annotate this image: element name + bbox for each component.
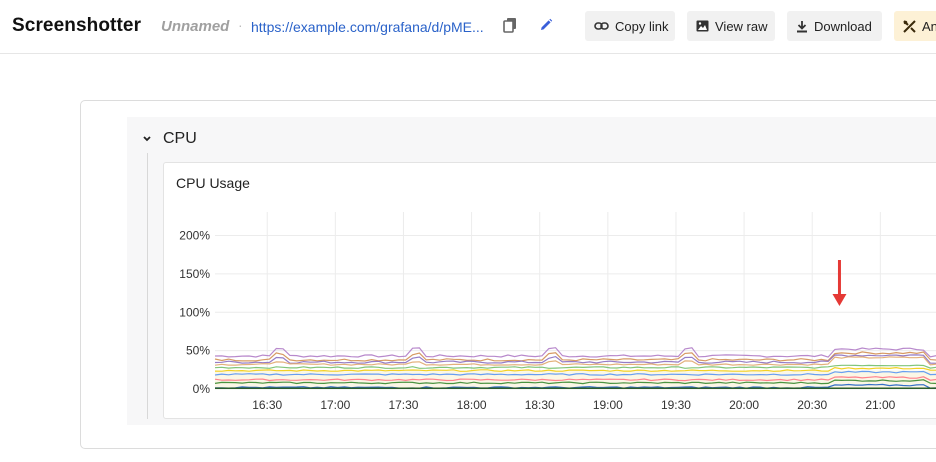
- view-raw-button[interactable]: View raw: [687, 11, 775, 41]
- copy-link-label: Copy link: [615, 18, 669, 34]
- x-tick-label: 18:30: [525, 398, 555, 412]
- series-line: [214, 364, 936, 369]
- pencil-icon[interactable]: [535, 14, 557, 36]
- series-line: [214, 351, 936, 362]
- download-icon: [797, 20, 807, 32]
- y-tick-label: 50%: [186, 344, 210, 358]
- x-tick-label: 17:00: [320, 398, 350, 412]
- annotation-layer: [832, 260, 847, 306]
- cpu-usage-chart: 0% 50% 100% 150% 200% 16:30 17:00 17:30 18:00 18…: [179, 212, 936, 412]
- x-tick-label: 19:00: [593, 398, 623, 412]
- x-tick-label: 17:30: [388, 398, 418, 412]
- annotate-label: An: [922, 18, 936, 34]
- x-axis-labels: 16:30 17:00 17:30 18:00 18:30 19:00 19:30 20:00…: [252, 398, 895, 412]
- document-name[interactable]: Unnamed: [161, 18, 229, 35]
- y-tick-label: 150%: [179, 267, 210, 281]
- separator-dot: ·: [238, 17, 243, 33]
- link-icon: [594, 22, 609, 30]
- view-raw-label: View raw: [715, 18, 768, 34]
- annotation-arrow-head: [832, 294, 847, 306]
- copy-link-button[interactable]: Copy link: [585, 11, 675, 41]
- x-tick-label: 21:00: [865, 398, 895, 412]
- app-title: Screenshotter: [12, 15, 142, 36]
- x-tick-label: 19:30: [661, 398, 691, 412]
- y-tick-label: 0%: [193, 382, 211, 396]
- series-line: [214, 347, 936, 358]
- y-tick-label: 200%: [179, 229, 210, 243]
- row-title[interactable]: CPU: [163, 130, 197, 148]
- series-lines: [214, 347, 936, 389]
- source-url-link[interactable]: https://example.com/grafana/d/pME...: [251, 19, 491, 35]
- download-label: Download: [814, 18, 872, 34]
- annotate-tools-icon: [903, 19, 916, 33]
- x-tick-label: 20:30: [797, 398, 827, 412]
- x-tick-label: 20:00: [729, 398, 759, 412]
- copy-icon[interactable]: [499, 14, 521, 36]
- row-guide-line: [147, 153, 148, 419]
- y-tick-label: 100%: [179, 305, 210, 319]
- x-tick-label: 18:00: [457, 398, 487, 412]
- top-header: Screenshotter Unnamed · https://example.…: [0, 0, 936, 54]
- chart-grid: [215, 212, 936, 390]
- annotate-button[interactable]: An: [894, 11, 936, 41]
- chevron-down-icon[interactable]: [141, 132, 153, 146]
- download-button[interactable]: Download: [787, 11, 882, 41]
- x-tick-label: 16:30: [252, 398, 282, 412]
- y-axis-labels: 0% 50% 100% 150% 200%: [179, 229, 210, 396]
- image-icon: [696, 20, 709, 32]
